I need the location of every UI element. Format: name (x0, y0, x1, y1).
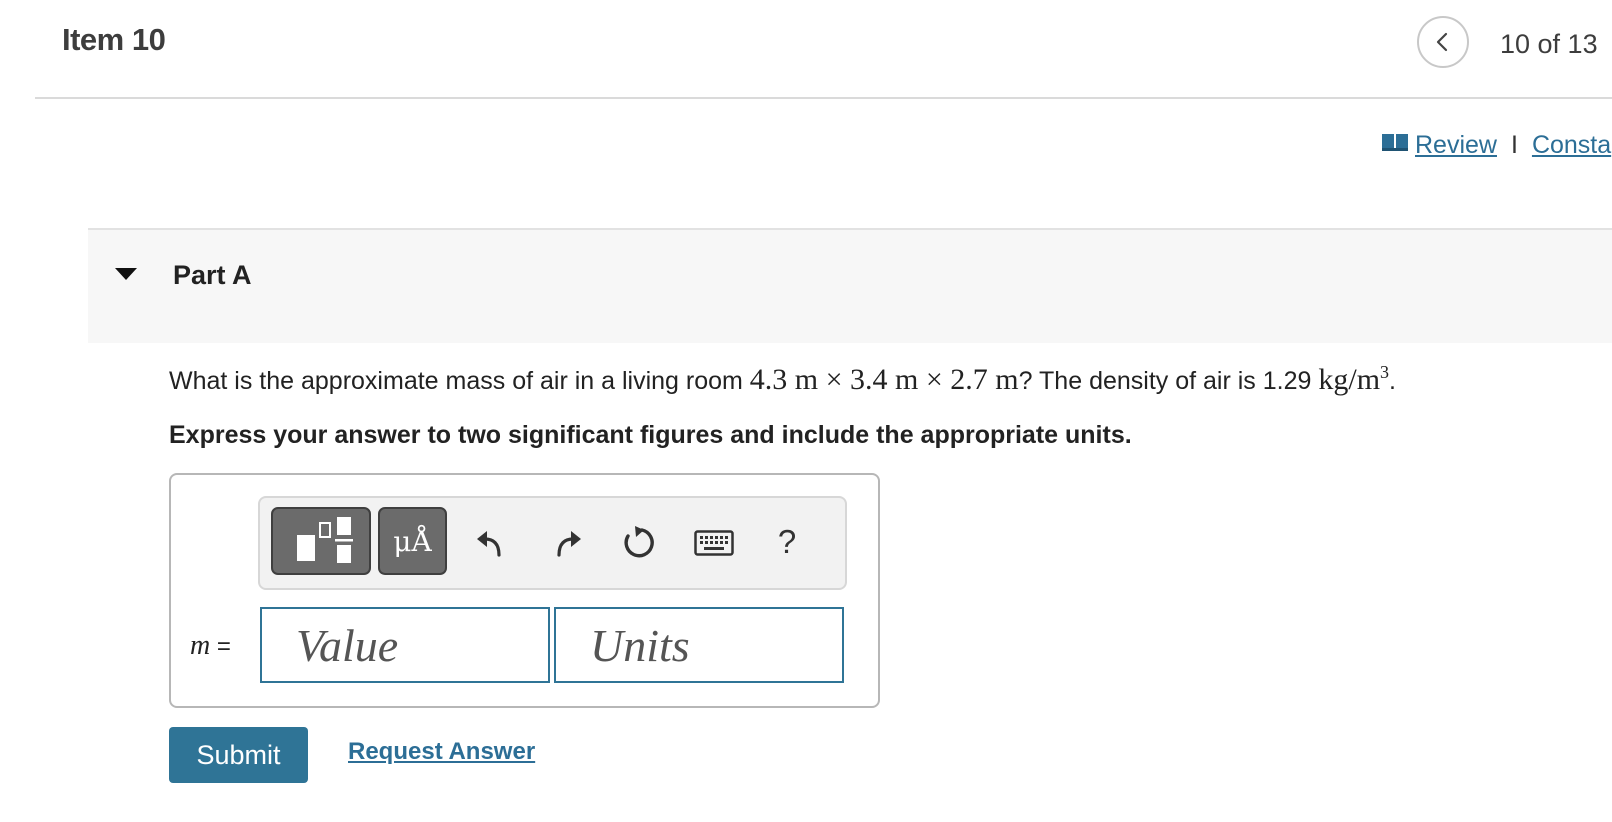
answer-variable-label: m = (190, 630, 231, 662)
symbols-button[interactable]: μÅ (378, 507, 447, 575)
templates-icon (297, 517, 353, 563)
chevron-left-icon (1436, 32, 1448, 52)
header-divider (35, 97, 1612, 99)
book-icon (1381, 131, 1411, 160)
part-label: Part A (173, 260, 252, 290)
part-header (88, 228, 1612, 343)
link-separator: I (1510, 131, 1518, 159)
density-unit-exponent: 3 (1380, 362, 1390, 382)
units-input[interactable] (554, 607, 844, 683)
redo-button[interactable] (548, 522, 588, 562)
undo-icon (477, 531, 501, 557)
reset-button[interactable] (618, 522, 660, 564)
question-suffix: . (1389, 367, 1396, 395)
undo-button[interactable] (470, 522, 510, 562)
room-dimensions: 4.3 m × 3.4 m × 2.7 m (749, 363, 1019, 396)
answer-instruction: Express your answer to two significant f… (169, 421, 1132, 449)
question-middle: ? The density of air is 1.29 (1018, 367, 1319, 395)
previous-item-button[interactable] (1417, 16, 1469, 68)
question-prefix: What is the approximate mass of air in a… (169, 367, 750, 395)
constants-link[interactable]: Consta (1532, 131, 1611, 160)
keyboard-icon (694, 530, 734, 556)
item-counter: 10 of 13 (1500, 29, 1598, 59)
redo-icon (557, 531, 581, 557)
reset-icon (624, 526, 654, 558)
density-unit: kg/m3 (1318, 362, 1390, 396)
caret-down-icon[interactable] (115, 268, 137, 287)
submit-button[interactable]: Submit (169, 727, 308, 783)
item-title: Item 10 (62, 22, 166, 57)
request-answer-link[interactable]: Request Answer (348, 738, 535, 766)
equals-sign: = (216, 633, 231, 660)
question-text: What is the approximate mass of air in a… (169, 362, 1396, 397)
templates-button[interactable] (271, 507, 371, 575)
density-unit-base: kg/m (1318, 363, 1381, 396)
review-links: Review I Consta (1381, 131, 1611, 160)
review-link[interactable]: Review (1415, 131, 1497, 160)
keyboard-button[interactable] (692, 524, 736, 562)
answer-variable: m (190, 630, 211, 661)
help-button[interactable]: ? (768, 520, 806, 564)
value-input[interactable] (260, 607, 550, 683)
